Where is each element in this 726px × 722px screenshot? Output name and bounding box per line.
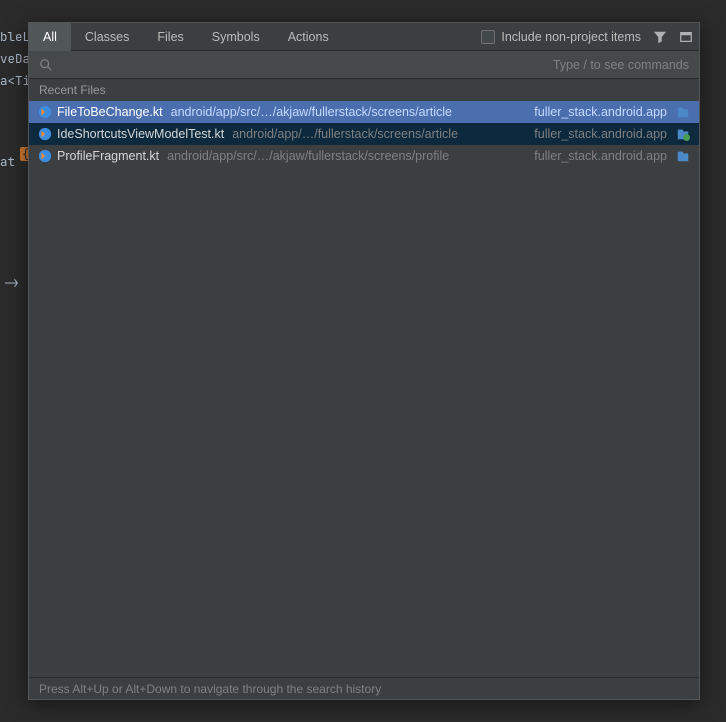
search-everywhere-popup: All Classes Files Symbols Actions Includ… [28, 22, 700, 700]
result-row[interactable]: IdeShortcutsViewModelTest.kt android/app… [29, 123, 699, 145]
tab-symbols[interactable]: Symbols [198, 23, 274, 51]
checkbox-icon [481, 30, 495, 44]
result-filename: FileToBeChange.kt [57, 105, 163, 119]
kotlin-file-icon [37, 126, 53, 142]
result-path: android/app/…/fullerstack/screens/articl… [232, 127, 522, 141]
module-icon [675, 148, 691, 164]
kotlin-file-icon [37, 104, 53, 120]
include-label: Include non-project items [501, 30, 641, 44]
tab-files[interactable]: Files [143, 23, 197, 51]
result-path: android/app/src/…/akjaw/fullerstack/scre… [171, 105, 523, 119]
tab-classes[interactable]: Classes [71, 23, 143, 51]
kotlin-file-icon [37, 148, 53, 164]
module-test-icon [675, 126, 691, 142]
result-filename: IdeShortcutsViewModelTest.kt [57, 127, 224, 141]
module-icon [675, 104, 691, 120]
filter-icon[interactable] [651, 28, 669, 46]
result-module: fuller_stack.android.app [534, 127, 667, 141]
result-filename: ProfileFragment.kt [57, 149, 159, 163]
tab-all[interactable]: All [29, 23, 71, 51]
search-icon [39, 58, 53, 72]
include-non-project-toggle[interactable]: Include non-project items [481, 30, 647, 44]
pin-window-icon[interactable] [677, 28, 695, 46]
result-path: android/app/src/…/akjaw/fullerstack/scre… [167, 149, 522, 163]
tab-bar: All Classes Files Symbols Actions Includ… [29, 23, 699, 51]
result-module: fuller_stack.android.app [534, 105, 667, 119]
search-bar: Type / to see commands [29, 51, 699, 79]
result-row[interactable]: ProfileFragment.kt android/app/src/…/akj… [29, 145, 699, 167]
section-recent-files: Recent Files [29, 79, 699, 101]
results-list: FileToBeChange.kt android/app/src/…/akja… [29, 101, 699, 677]
search-hint: Type / to see commands [553, 58, 689, 72]
result-row[interactable]: FileToBeChange.kt android/app/src/…/akja… [29, 101, 699, 123]
result-module: fuller_stack.android.app [534, 149, 667, 163]
tab-actions[interactable]: Actions [274, 23, 343, 51]
footer-hint: Press Alt+Up or Alt+Down to navigate thr… [29, 677, 699, 699]
search-input[interactable] [61, 58, 553, 72]
